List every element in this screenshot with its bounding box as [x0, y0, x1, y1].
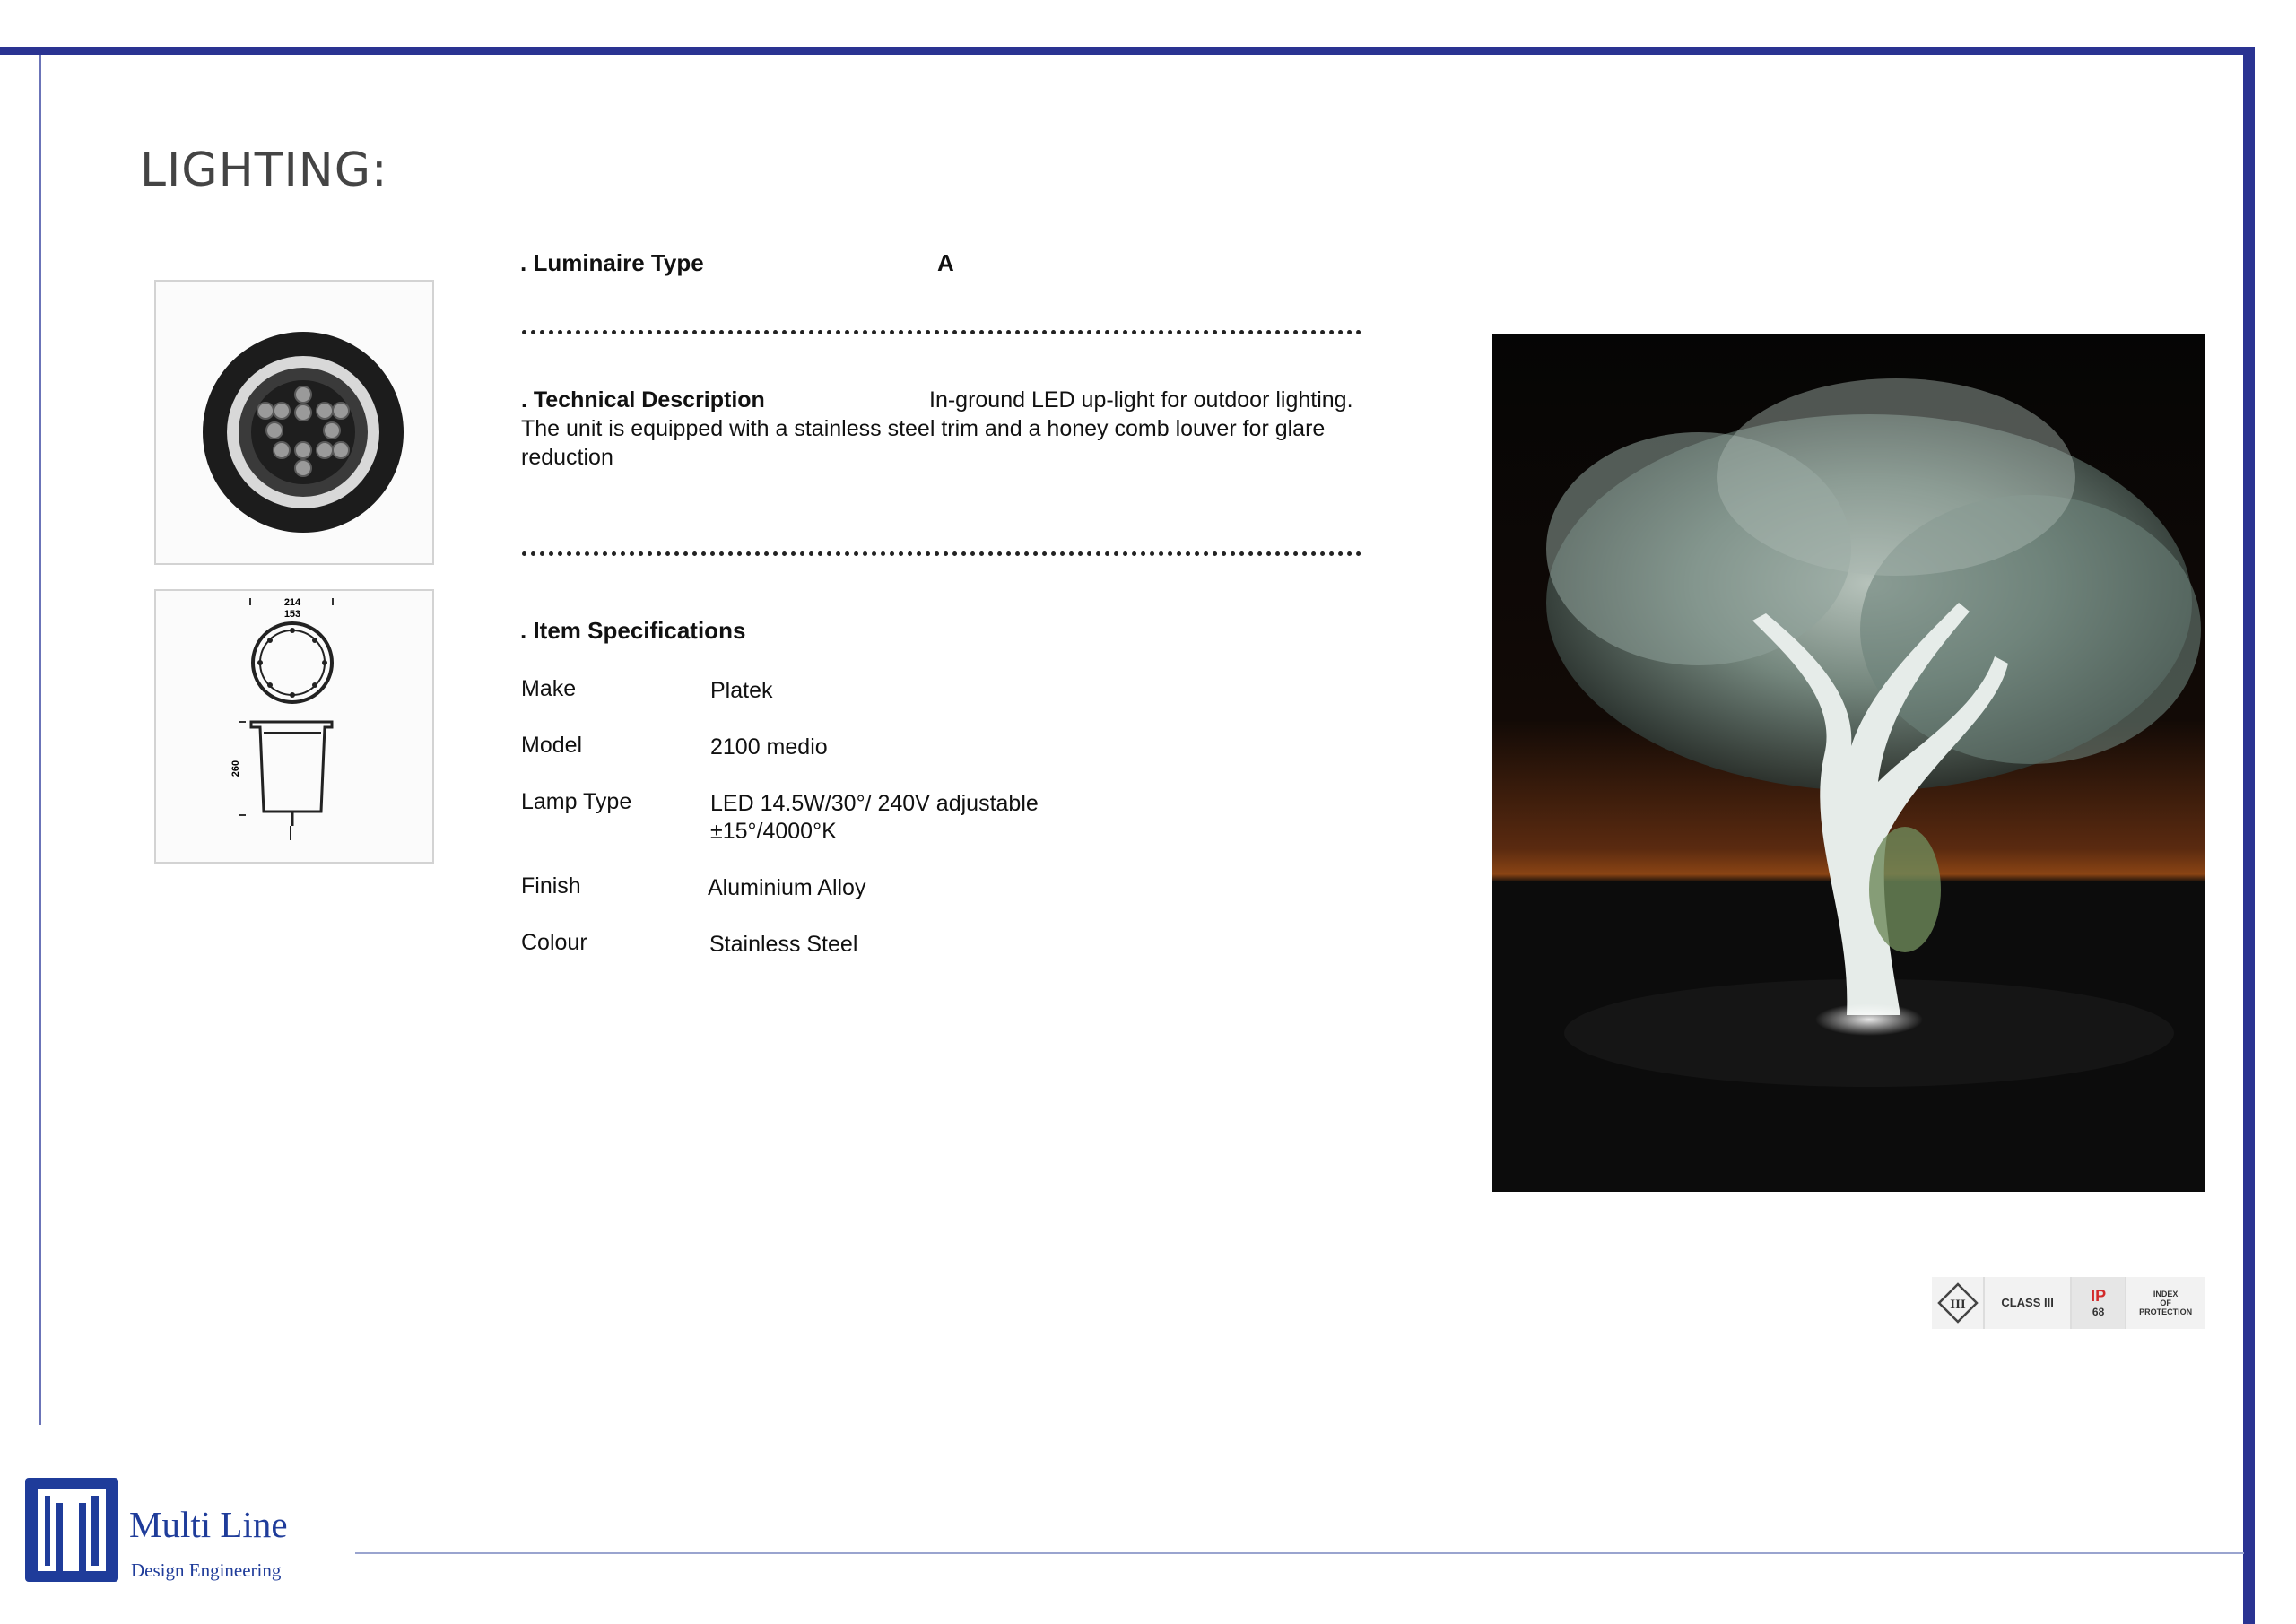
ip-badge: IP 68 [2071, 1277, 2127, 1329]
logo-mark-icon [25, 1478, 118, 1582]
right-border [2243, 47, 2255, 1624]
class-label-cell: CLASS III [1985, 1277, 2072, 1329]
spec-label: Lamp Type [521, 789, 632, 814]
ip-desc-line: OF [2160, 1298, 2171, 1307]
technical-description-label: . Technical Description [521, 387, 765, 413]
company-logo: Multi Line Design Engineering [23, 1476, 319, 1588]
spec-label: Model [521, 733, 583, 758]
luminaire-type-value: A [937, 249, 954, 276]
fixture-top-view-image [154, 280, 434, 565]
spec-value: Platek [710, 678, 773, 703]
spec-label: Colour [521, 930, 587, 955]
ip-desc-line: INDEX [2152, 1290, 2179, 1298]
top-border [0, 47, 2255, 55]
luminaire-type-label: . Luminaire Type [520, 249, 704, 276]
spec-value: 2100 medio [710, 734, 828, 760]
technical-description-text-1: In-ground LED up-light for outdoor light… [929, 387, 1353, 413]
left-margin-line [39, 55, 41, 1425]
spec-value: LED 14.5W/30°/ 240V adjustable [710, 791, 1039, 816]
item-specifications-heading: . Item Specifications [520, 617, 746, 644]
ip-desc-line: PROTECTION [2139, 1307, 2193, 1316]
spec-value: Aluminium Alloy [708, 875, 866, 900]
ip-value: 68 [2092, 1306, 2105, 1318]
page-title: LIGHTING: [140, 143, 388, 197]
luminaire-type-row: . Luminaire Type A [520, 249, 954, 277]
footer-divider [355, 1552, 2244, 1554]
certification-badges: III CLASS III IP 68 INDEX OF PROTECTION [1932, 1277, 2205, 1329]
spec-label: Make [521, 676, 577, 701]
logo-subtitle: Design Engineering [131, 1559, 282, 1581]
technical-description: . Technical Description In-ground LED up-… [521, 386, 1382, 472]
dotted-separator [522, 551, 1361, 556]
spec-label: Finish [521, 873, 581, 899]
dim-outer-label: 214 [284, 597, 301, 608]
spec-value-line-2: ±15°/4000°K [710, 819, 837, 844]
spec-value: Stainless Steel [709, 932, 858, 957]
dotted-separator [522, 330, 1361, 334]
fixture-technical-drawing: 214 153 260 [154, 589, 434, 864]
logo-company-name: Multi Line [129, 1504, 288, 1545]
technical-description-text-2: The unit is equipped with a stainless st… [521, 416, 1326, 470]
illuminated-tree-photo [1492, 334, 2205, 1192]
ip-label: IP [2091, 1287, 2107, 1305]
class-label: CLASS III [2001, 1296, 2054, 1309]
class-symbol: III [1950, 1298, 1966, 1312]
ip-description: INDEX OF PROTECTION [2126, 1277, 2205, 1329]
class-iii-icon: III [1932, 1277, 1986, 1329]
dim-inner-label: 153 [284, 609, 300, 620]
dim-height-label: 260 [230, 760, 241, 777]
